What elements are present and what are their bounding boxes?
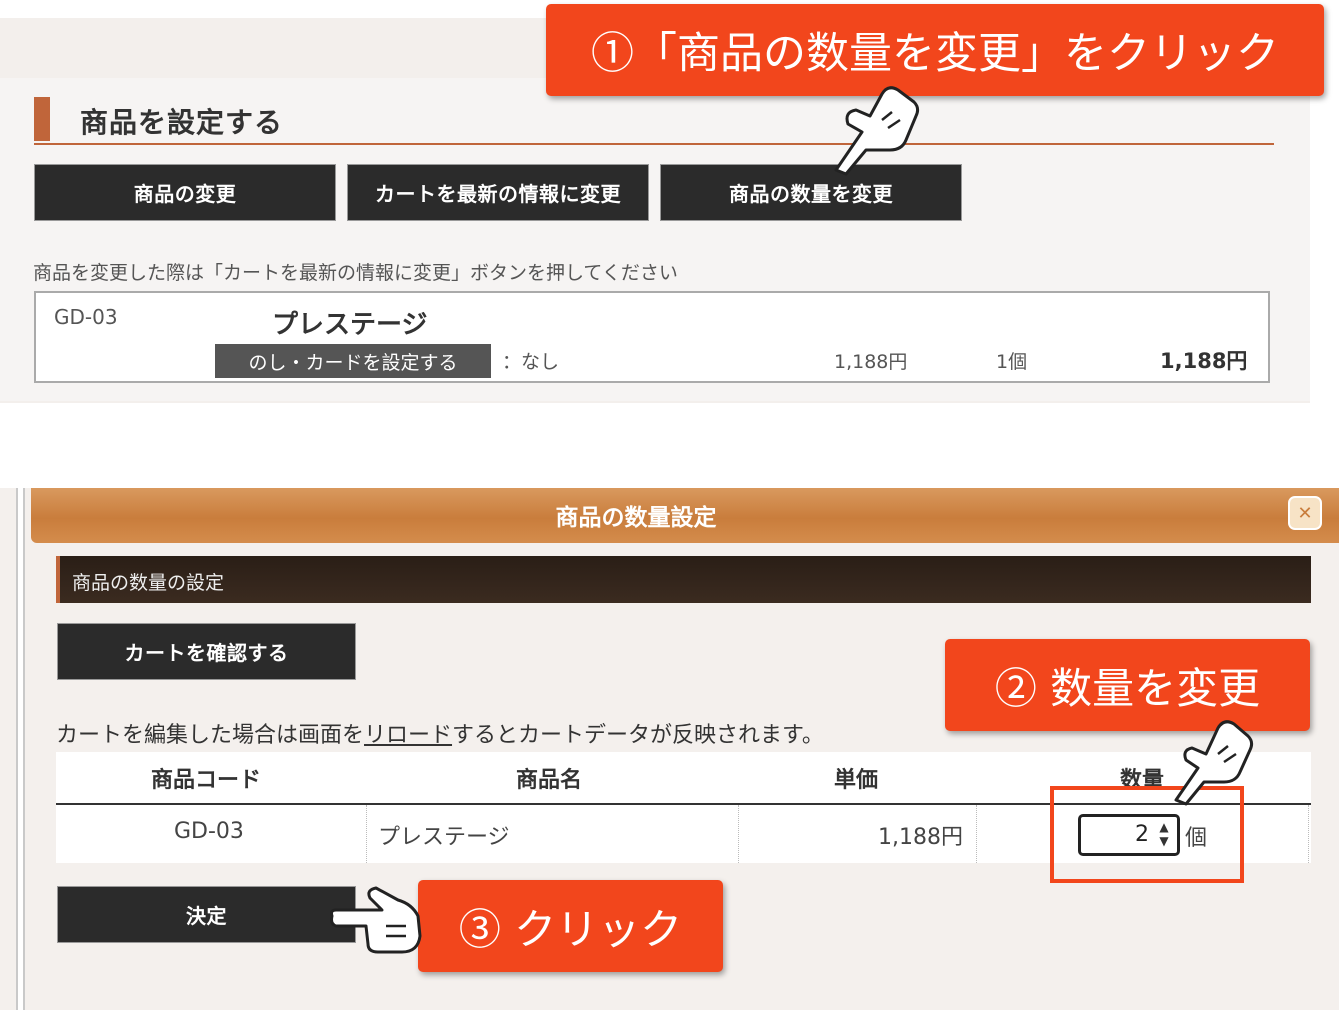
column-divider (738, 805, 739, 863)
callout-step3: ③ クリック (418, 880, 723, 972)
dialog-title: 商品の数量設定 (555, 505, 717, 531)
check-cart-button[interactable]: カートを確認する (57, 623, 356, 680)
reload-link[interactable]: リロード (364, 723, 452, 748)
change-item-button[interactable]: 商品の変更 (34, 164, 336, 221)
window-edge (16, 488, 25, 1010)
reload-note-text: カートを編集した場合は画面を (56, 723, 365, 748)
reload-note: カートを編集した場合は画面をリロードするとカートデータが反映されます。 (56, 717, 824, 749)
section-header: 商品を設定する (34, 97, 1274, 145)
update-cart-button[interactable]: カートを最新の情報に変更 (347, 164, 649, 221)
dialog-header: 商品の数量設定 (31, 488, 1339, 543)
reload-note-text-after: するとカートデータが反映されます。 (452, 723, 824, 748)
header-item-code: 商品コード (151, 768, 262, 793)
cart-item: GD-03 プレステージ のし・カードを設定する ：なし 1,188円 1個 1… (34, 291, 1270, 383)
column-divider (1308, 805, 1309, 863)
row-item-name: プレステージ (378, 825, 510, 850)
close-button[interactable]: ✕ (1288, 496, 1322, 530)
section-title: 商品を設定する (80, 106, 284, 139)
pointing-hand-icon (1174, 720, 1254, 806)
header-unit-price: 単価 (834, 768, 879, 793)
row-unit-price: 1,188円 (878, 825, 963, 850)
noshi-value: ：なし (502, 351, 560, 373)
item-unit-price: 1,188円 (834, 351, 908, 373)
pointing-hand-icon (834, 86, 920, 176)
noshi-card-button[interactable]: のし・カードを設定する (215, 344, 491, 378)
item-name: プレステージ (272, 310, 428, 340)
sub-header-title: 商品の数量の設定 (72, 572, 225, 594)
item-subtotal: 1,188円 (1160, 349, 1248, 373)
item-code: GD-03 (54, 305, 118, 329)
column-divider (366, 805, 367, 863)
update-cart-note: 商品を変更した際は「カートを最新の情報に変更」ボタンを押してください (33, 262, 678, 284)
row-item-code: GD-03 (174, 819, 244, 844)
header-item-name: 商品名 (516, 768, 583, 793)
pointing-hand-icon (330, 886, 422, 954)
close-icon: ✕ (1297, 502, 1313, 524)
section-accent-bar (34, 97, 50, 141)
submit-button[interactable]: 決定 (57, 886, 356, 943)
callout-step1: ①「商品の数量を変更」をクリック (546, 4, 1324, 96)
item-quantity: 1個 (996, 351, 1028, 373)
sub-header: 商品の数量の設定 (56, 556, 1311, 603)
column-divider (976, 805, 977, 863)
